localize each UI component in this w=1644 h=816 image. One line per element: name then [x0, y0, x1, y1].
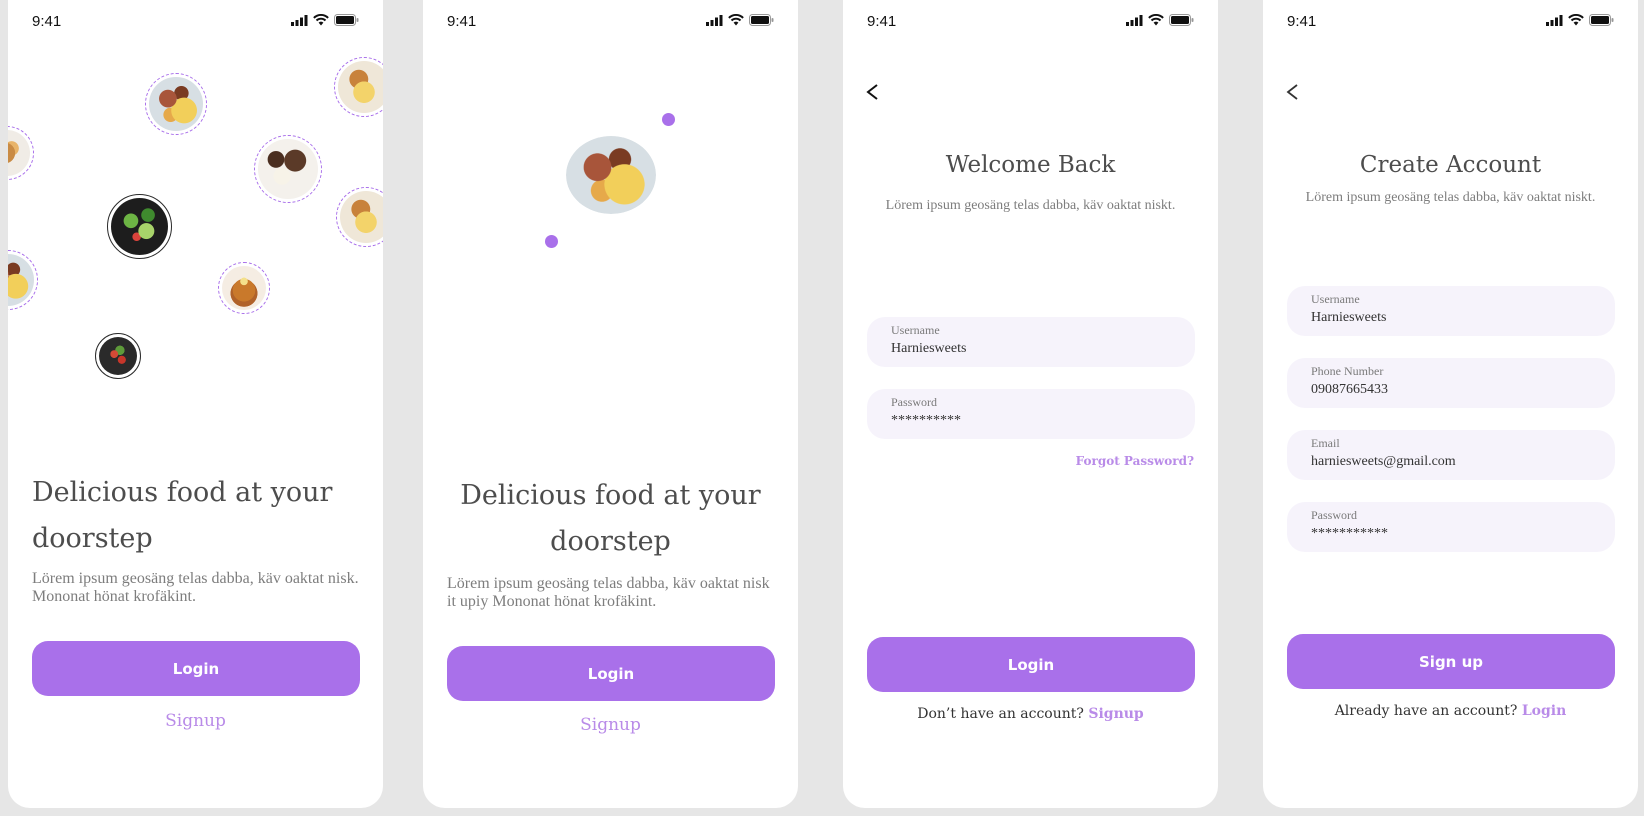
food-image [95, 333, 141, 379]
password-input[interactable] [889, 413, 1183, 429]
status-icons [1126, 14, 1194, 26]
status-bar: 9:41 [1263, 0, 1638, 44]
headline: Delicious food at your doorstep [460, 480, 761, 557]
status-bar: 9:41 [843, 0, 1218, 44]
signal-icon [1546, 14, 1563, 26]
status-icons [706, 14, 774, 26]
username-field[interactable]: Username [867, 317, 1195, 367]
status-bar: 9:41 [8, 0, 383, 44]
subtext: Lörem ipsum geosäng telas dabba, käv oak… [447, 575, 770, 610]
food-thumbnail[interactable] [702, 309, 742, 349]
phone-field[interactable]: Phone Number [1287, 358, 1615, 408]
food-image [8, 126, 34, 180]
login-button[interactable]: Login [867, 637, 1195, 692]
status-icons [1546, 14, 1614, 26]
password-field[interactable]: Password [867, 389, 1195, 439]
signup-link[interactable]: Signup [8, 711, 383, 731]
food-thumbnail[interactable] [535, 309, 575, 349]
page-title: Create Account [1359, 152, 1542, 178]
headline: Delicious food at your doorstep [32, 477, 333, 554]
screen-onboarding-1: 9:41 Delicious food at your doorstep Lör… [8, 0, 383, 808]
wifi-icon [728, 14, 744, 26]
battery-icon [1169, 14, 1194, 26]
phone-label: Phone Number [1311, 364, 1384, 378]
signup-link[interactable]: Signup [423, 715, 798, 735]
subtext: Lörem ipsum geosäng telas dabba, käv oak… [32, 570, 359, 605]
page-title: Welcome Back [945, 152, 1116, 178]
phone-input[interactable] [1309, 382, 1603, 398]
signup-button[interactable]: Sign up [1287, 634, 1615, 689]
wifi-icon [313, 14, 329, 26]
password-field[interactable]: Password [1287, 502, 1615, 552]
no-account-text: Don’t have an account? [917, 706, 1084, 722]
username-field[interactable]: Username [1287, 286, 1615, 336]
battery-icon [1589, 14, 1614, 26]
screen-login: 9:41 Welcome Back Lörem ipsum geosäng te… [843, 0, 1218, 808]
forgot-password-link[interactable]: Forgot Password? [1076, 454, 1194, 468]
wifi-icon [1148, 14, 1164, 26]
food-image [107, 194, 172, 259]
food-image [254, 135, 322, 203]
battery-icon [749, 14, 774, 26]
signal-icon [1126, 14, 1143, 26]
screen-create-account: 9:41 Create Account Lörem ipsum geosäng … [1263, 0, 1638, 808]
signal-icon [291, 14, 308, 26]
food-image [218, 262, 270, 314]
login-button[interactable]: Login [32, 641, 360, 696]
food-image [336, 187, 383, 247]
decorative-dot [662, 113, 675, 126]
food-thumbnail[interactable] [647, 309, 687, 349]
food-thumbnail[interactable] [479, 309, 519, 349]
status-time: 9:41 [447, 13, 477, 30]
decorative-dot [545, 235, 558, 248]
login-link[interactable]: Login [1522, 703, 1566, 719]
page-subtitle: Lörem ipsum geosäng telas dabba, käv oak… [1305, 190, 1596, 205]
email-field[interactable]: Email [1287, 430, 1615, 480]
wifi-icon [1568, 14, 1584, 26]
signup-link[interactable]: Signup [1088, 706, 1143, 722]
status-time: 9:41 [32, 13, 62, 30]
email-input[interactable] [1309, 454, 1603, 470]
back-arrow-icon[interactable] [863, 82, 883, 102]
status-time: 9:41 [867, 13, 897, 30]
login-button[interactable]: Login [447, 646, 775, 701]
username-input[interactable] [889, 341, 1183, 357]
password-label: Password [891, 395, 938, 409]
username-label: Username [1311, 292, 1360, 306]
username-label: Username [891, 323, 940, 337]
page-subtitle: Lörem ipsum geosäng telas dabba, käv oak… [885, 198, 1176, 213]
login-prompt: Already have an account? Login [1263, 703, 1638, 719]
food-image [8, 250, 38, 310]
battery-icon [334, 14, 359, 26]
status-bar: 9:41 [423, 0, 798, 44]
hero-food-image [566, 136, 656, 214]
email-label: Email [1311, 436, 1340, 450]
password-input[interactable] [1309, 526, 1603, 542]
password-label: Password [1311, 508, 1358, 522]
food-thumbnail[interactable] [591, 309, 631, 349]
status-time: 9:41 [1287, 13, 1317, 30]
status-icons [291, 14, 359, 26]
username-input[interactable] [1309, 310, 1603, 326]
signup-prompt: Don’t have an account? Signup [843, 706, 1218, 722]
screen-onboarding-2: 9:41 Delicious food at your doorstep Lör… [423, 0, 798, 808]
have-account-text: Already have an account? [1334, 703, 1518, 719]
food-image [145, 73, 207, 135]
back-arrow-icon[interactable] [1283, 82, 1303, 102]
food-image [334, 57, 383, 117]
signal-icon [706, 14, 723, 26]
